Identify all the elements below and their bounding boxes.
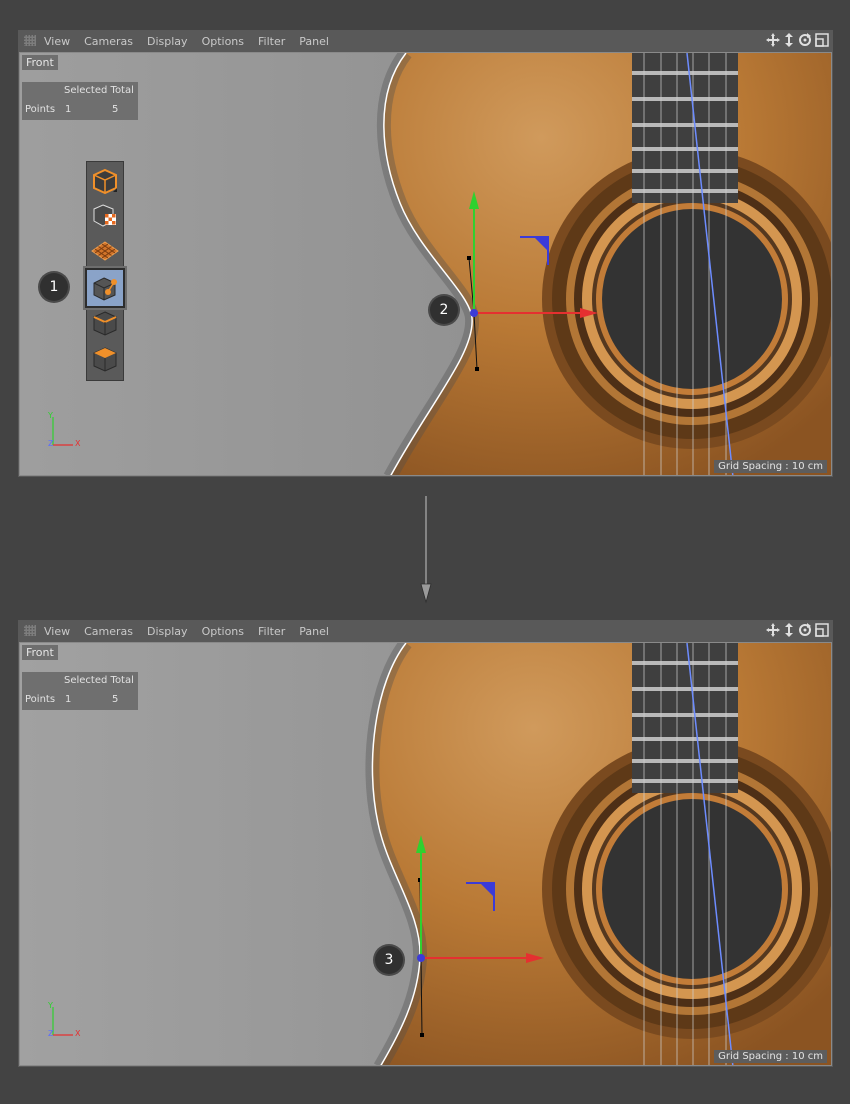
viewport-scene bbox=[20, 53, 831, 475]
down-arrow-icon bbox=[420, 496, 432, 604]
menu-bar: View Cameras Display Options Filter Pane… bbox=[18, 30, 833, 52]
model-mode-button[interactable] bbox=[89, 164, 121, 198]
points-cube-icon bbox=[93, 277, 117, 301]
menu-options[interactable]: Options bbox=[202, 35, 244, 48]
scroll-icon[interactable] bbox=[783, 623, 795, 637]
hud-selected-count: 1 bbox=[65, 104, 72, 115]
editor-window-before: View Cameras Display Options Filter Pane… bbox=[18, 30, 833, 477]
texture-mode-button[interactable] bbox=[89, 199, 121, 233]
move-icon[interactable] bbox=[766, 623, 780, 637]
grid-spacing-label: Grid Spacing : 10 cm bbox=[714, 1050, 827, 1063]
front-viewport[interactable]: Front Selected Total Points 1 5 Y Z X 3 … bbox=[19, 642, 832, 1066]
maximize-icon[interactable] bbox=[815, 623, 829, 637]
front-viewport[interactable]: Front Selected Total Points 1 5 Y Z X 1 … bbox=[19, 52, 832, 476]
menu-cameras[interactable]: Cameras bbox=[84, 35, 133, 48]
hud-row-label: Points bbox=[25, 694, 56, 705]
menu-filter[interactable]: Filter bbox=[258, 625, 285, 638]
hud-selection-panel: Selected Total Points 1 5 bbox=[22, 82, 138, 120]
menu-display[interactable]: Display bbox=[147, 35, 188, 48]
editor-window-after: View Cameras Display Options Filter Pane… bbox=[18, 620, 833, 1067]
menu-view[interactable]: View bbox=[44, 35, 70, 48]
rotate-icon[interactable] bbox=[798, 623, 812, 637]
callout-badge-1: 1 bbox=[40, 273, 68, 301]
menu-options[interactable]: Options bbox=[202, 625, 244, 638]
hud-header: Selected Total bbox=[64, 85, 134, 96]
callout-badge-2: 2 bbox=[430, 296, 458, 324]
menu-filter[interactable]: Filter bbox=[258, 35, 285, 48]
axis-y-label: Y bbox=[48, 1001, 53, 1010]
points-mode-button[interactable] bbox=[85, 268, 125, 308]
grid-plane-icon bbox=[91, 241, 119, 261]
menu-bar: View Cameras Display Options Filter Pane… bbox=[18, 620, 833, 642]
axis-z-label: Z bbox=[48, 1029, 54, 1038]
viewport-name-label[interactable]: Front bbox=[22, 645, 58, 660]
axis-z-label: Z bbox=[48, 439, 54, 448]
axis-x-label: X bbox=[75, 1029, 81, 1038]
model-cube-icon bbox=[93, 168, 117, 195]
menu-display[interactable]: Display bbox=[147, 625, 188, 638]
texture-cube-icon bbox=[93, 204, 116, 227]
menu-cameras[interactable]: Cameras bbox=[84, 625, 133, 638]
polygons-cube-icon bbox=[93, 347, 117, 372]
viewport-name-label[interactable]: Front bbox=[22, 55, 58, 70]
menu-panel[interactable]: Panel bbox=[299, 625, 329, 638]
hud-total-count: 5 bbox=[112, 104, 119, 115]
workplane-mode-button[interactable] bbox=[89, 234, 121, 268]
grid-spacing-label: Grid Spacing : 10 cm bbox=[714, 460, 827, 473]
edges-mode-button[interactable] bbox=[89, 306, 121, 340]
hud-row-label: Points bbox=[25, 104, 56, 115]
menu-view[interactable]: View bbox=[44, 625, 70, 638]
hud-total-count: 5 bbox=[112, 694, 119, 705]
scroll-icon[interactable] bbox=[783, 33, 795, 47]
callout-badge-3: 3 bbox=[375, 946, 403, 974]
hud-header: Selected Total bbox=[64, 675, 134, 686]
edges-cube-icon bbox=[93, 311, 117, 336]
axis-x-label: X bbox=[75, 439, 81, 448]
menu-panel[interactable]: Panel bbox=[299, 35, 329, 48]
grip-icon[interactable] bbox=[24, 35, 36, 46]
viewport-scene bbox=[20, 643, 831, 1065]
maximize-icon[interactable] bbox=[815, 33, 829, 47]
rotate-icon[interactable] bbox=[798, 33, 812, 47]
move-icon[interactable] bbox=[766, 33, 780, 47]
hud-selection-panel: Selected Total Points 1 5 bbox=[22, 672, 138, 710]
axis-y-label: Y bbox=[48, 411, 53, 420]
hud-selected-count: 1 bbox=[65, 694, 72, 705]
grip-icon[interactable] bbox=[24, 625, 36, 636]
mode-toolbar bbox=[85, 161, 125, 381]
polygons-mode-button[interactable] bbox=[89, 342, 121, 376]
